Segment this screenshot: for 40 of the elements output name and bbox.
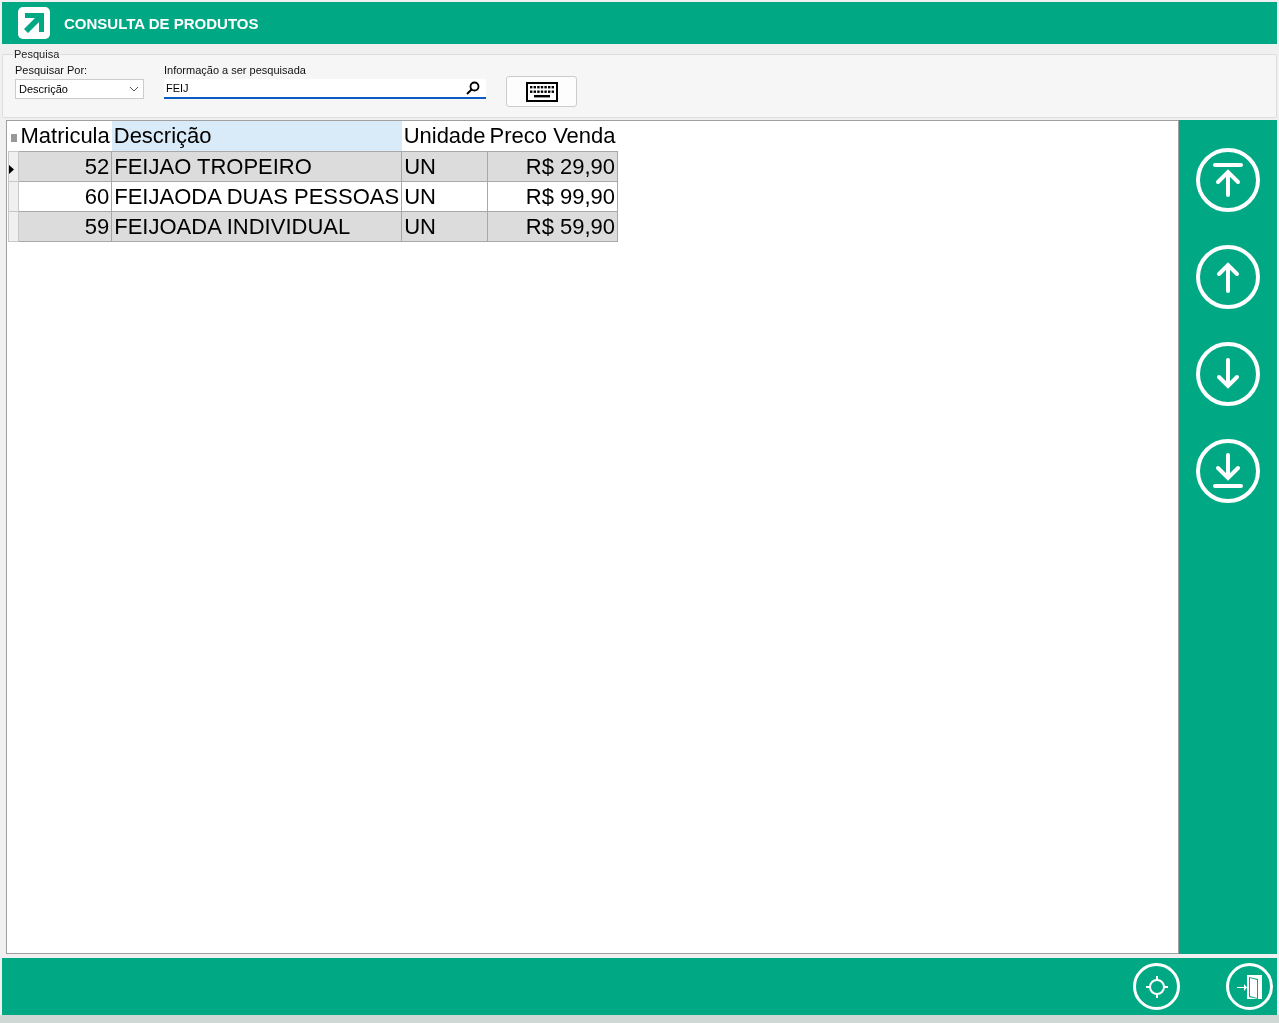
field-label: Pesquisar Por: xyxy=(15,64,89,76)
table-cell: R$ 99,90 xyxy=(487,181,618,212)
table-cell: R$ 29,90 xyxy=(487,151,618,182)
next-record-button[interactable] xyxy=(1196,342,1260,406)
row-indicator[interactable] xyxy=(8,151,19,182)
arrow-to-top-icon xyxy=(1211,162,1245,198)
search-icon xyxy=(466,81,480,95)
table-cell: UN xyxy=(401,181,488,212)
logo-icon xyxy=(18,7,50,39)
table-cell: UN xyxy=(401,151,488,182)
field-label: Informação a ser pesquisada xyxy=(164,64,307,76)
column-header[interactable]: Unidade xyxy=(401,121,488,152)
keyboard-button[interactable] xyxy=(506,76,577,107)
exit-button[interactable] xyxy=(1226,963,1273,1010)
table-cell: FEIJAODA DUAS PESSOAS xyxy=(111,181,402,212)
search-by-dropdown[interactable]: Descrição xyxy=(15,79,144,99)
window-title: CONSULTA DE PRODUTOS xyxy=(64,14,259,32)
arrow-up-icon xyxy=(1216,261,1240,293)
first-record-button[interactable] xyxy=(1196,148,1260,212)
arrow-to-bottom-icon xyxy=(1211,453,1245,489)
column-header[interactable]: Matricula xyxy=(18,121,112,152)
locate-button[interactable] xyxy=(1133,963,1180,1010)
chevron-down-icon xyxy=(129,86,139,92)
table-cell: FEIJAO TROPEIRO xyxy=(111,151,402,182)
table-cell: R$ 59,90 xyxy=(487,211,618,242)
group-label: Pesquisa xyxy=(13,48,61,60)
column-header[interactable]: Descrição xyxy=(111,121,402,152)
arrow-down-icon xyxy=(1216,358,1240,390)
previous-record-button[interactable] xyxy=(1196,245,1260,309)
crosshair-icon xyxy=(1144,974,1169,999)
table-cell: 60 xyxy=(18,181,112,212)
table-cell: 59 xyxy=(18,211,112,242)
door-icon xyxy=(1235,972,1264,1001)
table-cell: UN xyxy=(401,211,488,242)
current-row-icon xyxy=(9,164,14,174)
last-record-button[interactable] xyxy=(1196,439,1260,503)
search-field[interactable]: FEIJ xyxy=(164,79,486,99)
table-cell: 52 xyxy=(18,151,112,182)
keyboard-icon xyxy=(525,81,558,102)
table-cell: FEIJOADA INDIVIDUAL xyxy=(111,211,402,242)
